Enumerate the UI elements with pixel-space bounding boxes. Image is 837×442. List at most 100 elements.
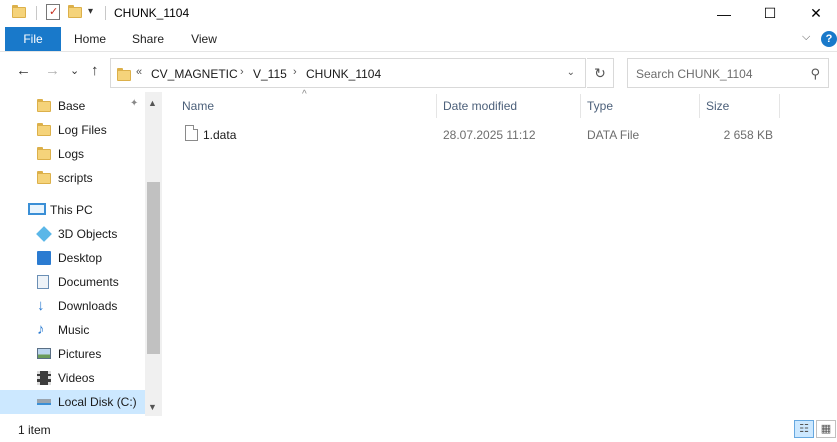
help-icon[interactable]: ?: [821, 31, 837, 47]
folder-icon: [37, 99, 51, 113]
sidebar-item-logs[interactable]: Logs: [0, 142, 145, 166]
breadcrumb-cv-magnetic[interactable]: CV_MAGNETIC: [151, 67, 238, 81]
tab-share[interactable]: Share: [126, 27, 170, 51]
details-view-button[interactable]: ☷: [794, 420, 814, 438]
address-dropdown-button[interactable]: ⌄: [567, 67, 575, 78]
downloads-icon: ↓: [37, 297, 45, 314]
title-bar: ✓ ▾ CHUNK_1104 — ☐ ✕: [0, 0, 837, 27]
sidebar-item-label: Base: [58, 99, 86, 113]
sidebar-item-downloads[interactable]: ↓ Downloads: [0, 294, 145, 318]
quick-access-dropdown[interactable]: ▾: [88, 6, 93, 17]
sidebar-item-label: Videos: [58, 371, 95, 385]
column-divider[interactable]: [699, 94, 700, 118]
separator: [105, 6, 106, 20]
sidebar-item-music[interactable]: ♪ Music: [0, 318, 145, 342]
table-row[interactable]: 1.data 28.07.2025 11:12 DATA File 2 658 …: [162, 122, 837, 148]
sidebar-item-label: 3D Objects: [58, 227, 118, 241]
search-box[interactable]: Search CHUNK_1104 ⚲: [627, 58, 829, 88]
sort-ascending-icon: ^: [302, 89, 307, 100]
tab-view[interactable]: View: [184, 27, 224, 51]
file-date-modified: 28.07.2025 11:12: [443, 128, 536, 142]
sidebar-item-label: Logs: [58, 147, 85, 161]
file-list: ^ Name Date modified Type Size 1.data 28…: [162, 89, 837, 416]
minimize-button[interactable]: —: [701, 0, 747, 27]
folder-icon: [37, 147, 51, 161]
sidebar-item-label: This PC: [50, 203, 93, 217]
window-title: CHUNK_1104: [114, 6, 190, 20]
forward-button[interactable]: →: [45, 62, 60, 79]
music-icon: ♪: [37, 321, 45, 338]
computer-icon: [28, 203, 46, 215]
folder-icon: [37, 123, 51, 137]
close-button[interactable]: ✕: [793, 0, 837, 27]
folder-icon: [117, 68, 131, 81]
sidebar-item-label: Local Disk (C:): [58, 395, 137, 409]
column-header-date-modified[interactable]: Date modified: [443, 92, 517, 120]
column-divider[interactable]: [436, 94, 437, 118]
sidebar-item-label: Desktop: [58, 251, 103, 265]
large-icons-view-button[interactable]: ▦: [816, 420, 836, 438]
sidebar-item-desktop[interactable]: Desktop: [0, 246, 145, 270]
sidebar-item-this-pc[interactable]: This PC: [0, 198, 145, 222]
local-disk-icon: [37, 399, 51, 405]
sidebar-item-base[interactable]: Base ✦: [0, 94, 145, 118]
navigation-pane: Base ✦ Log Files Logs scripts This PC 3D…: [0, 92, 162, 416]
3d-objects-icon: [36, 226, 52, 242]
sidebar-item-label: Pictures: [58, 347, 102, 361]
search-input[interactable]: Search CHUNK_1104: [636, 67, 753, 81]
sidebar-item-3d-objects[interactable]: 3D Objects: [0, 222, 145, 246]
pin-icon[interactable]: ✦: [130, 98, 138, 109]
scroll-up-icon[interactable]: ▲: [148, 98, 157, 108]
sidebar-item-local-disk[interactable]: Local Disk (C:): [0, 390, 145, 414]
back-button[interactable]: ←: [16, 62, 31, 79]
recent-locations-button[interactable]: ⌄: [70, 64, 79, 77]
sidebar-item-label: Downloads: [58, 299, 118, 313]
sidebar-item-documents[interactable]: Documents: [0, 270, 145, 294]
search-icon[interactable]: ⚲: [810, 66, 820, 82]
file-type: DATA File: [587, 128, 640, 142]
address-overflow[interactable]: «: [136, 66, 142, 78]
documents-icon: [37, 275, 49, 289]
desktop-icon: [37, 251, 51, 265]
scroll-down-icon[interactable]: ▼: [148, 402, 157, 412]
status-bar: 1 item ☷ ▦: [0, 416, 837, 442]
expand-ribbon-icon[interactable]: ⌵: [802, 31, 810, 44]
refresh-button[interactable]: ↻: [587, 58, 614, 88]
sidebar-item-pictures[interactable]: Pictures: [0, 342, 145, 366]
sidebar-scroll-thumb[interactable]: [147, 182, 160, 354]
new-folder-icon[interactable]: [68, 5, 82, 19]
breadcrumb-separator[interactable]: ›: [293, 66, 297, 78]
item-count: 1 item: [18, 423, 51, 437]
ribbon: File Home Share View ⌵ ?: [0, 27, 837, 52]
column-header-name[interactable]: Name: [182, 92, 214, 120]
pictures-icon: [37, 348, 51, 359]
folder-icon: [37, 171, 51, 185]
column-header-size[interactable]: Size: [706, 92, 729, 120]
sidebar-item-label: Documents: [58, 275, 119, 289]
sidebar-item-label: scripts: [58, 171, 93, 185]
separator: [36, 6, 37, 20]
file-icon: [185, 125, 198, 141]
address-bar[interactable]: « CV_MAGNETIC › V_115 › CHUNK_1104 ⌄: [110, 58, 586, 88]
folder-icon: [12, 5, 26, 19]
file-name[interactable]: 1.data: [203, 128, 236, 142]
column-header-type[interactable]: Type: [587, 92, 613, 120]
sidebar-item-videos[interactable]: Videos: [0, 366, 145, 390]
videos-icon: [37, 371, 51, 385]
tab-home[interactable]: Home: [67, 27, 113, 51]
sidebar-item-label: Log Files: [58, 123, 107, 137]
breadcrumb-chunk-1104[interactable]: CHUNK_1104: [306, 67, 381, 81]
maximize-button[interactable]: ☐: [747, 0, 793, 27]
column-divider[interactable]: [580, 94, 581, 118]
tab-file[interactable]: File: [5, 27, 61, 51]
column-divider[interactable]: [779, 94, 780, 118]
sidebar-item-scripts[interactable]: scripts: [0, 166, 145, 190]
up-button[interactable]: ↑: [91, 62, 99, 79]
file-size: 2 658 KB: [723, 128, 773, 142]
sidebar-item-log-files[interactable]: Log Files: [0, 118, 145, 142]
navigation-bar: ← → ⌄ ↑ « CV_MAGNETIC › V_115 › CHUNK_11…: [0, 52, 837, 92]
sidebar-item-label: Music: [58, 323, 90, 337]
breadcrumb-separator[interactable]: ›: [240, 66, 244, 78]
breadcrumb-v-115[interactable]: V_115: [253, 67, 287, 81]
properties-icon[interactable]: ✓: [46, 4, 60, 20]
